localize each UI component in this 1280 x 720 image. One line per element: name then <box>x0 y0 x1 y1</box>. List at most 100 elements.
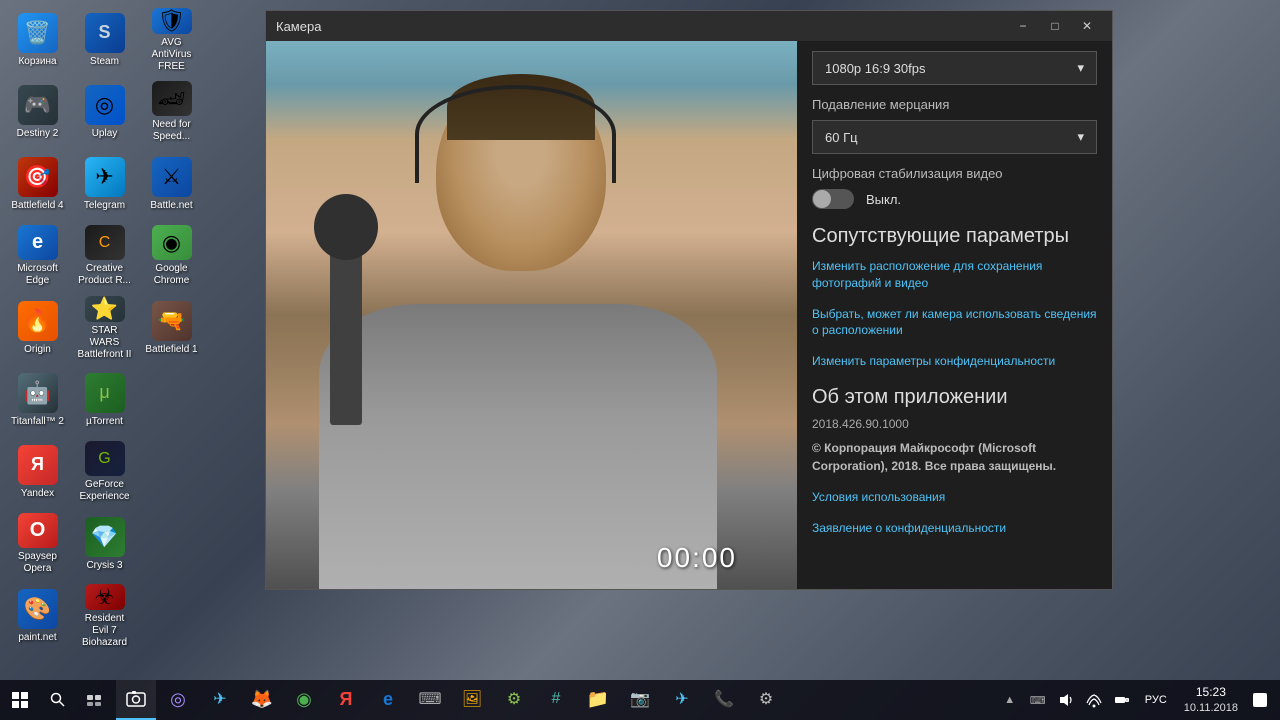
taskbar-telegram2[interactable]: ✈ <box>662 680 702 720</box>
tray-keyboard[interactable]: ⌨ <box>1026 680 1050 720</box>
uplay-label: Uplay <box>92 128 118 140</box>
desktop-icon-bf1[interactable]: 🔫 Battlefield 1 <box>139 293 204 363</box>
taskbar-viber[interactable]: 📞 <box>704 680 744 720</box>
geforce-label: GeForce Experience <box>76 479 133 503</box>
system-clock[interactable]: 15:23 10.11.2018 <box>1178 680 1244 720</box>
yandex-label: Yandex <box>21 488 54 500</box>
origin-icon: 🔥 <box>18 301 58 341</box>
nfs-icon: 🏎 <box>152 81 192 116</box>
clock-time: 15:23 <box>1196 685 1226 701</box>
desktop-icon-telegram[interactable]: ✈ Telegram <box>72 149 137 219</box>
desktop-icon-paint[interactable]: 🎨 paint.net <box>5 581 70 651</box>
desktop-icon-chrome[interactable]: ◉ Google Chrome <box>139 221 204 291</box>
crysis3-label: Crysis 3 <box>86 560 122 572</box>
creative-icon: C <box>85 225 125 260</box>
window-titlebar: Камера − □ ✕ <box>266 11 1112 41</box>
search-icon <box>50 692 66 708</box>
tray-notifications[interactable] <box>1248 680 1272 720</box>
taskbar-settings[interactable]: ⚙ <box>746 680 786 720</box>
desktop-icon-crysis3[interactable]: 💎 Crysis 3 <box>72 509 137 579</box>
taskbar-camera2[interactable]: 📷 <box>620 680 660 720</box>
desktop-icon-basket[interactable]: 🗑️ Корзина <box>5 5 70 75</box>
toggle-knob <box>813 190 831 208</box>
desktop-icon-geforce[interactable]: G GeForce Experience <box>72 437 137 507</box>
start-button[interactable] <box>0 680 40 720</box>
desktop-icon-yandex[interactable]: Я Yandex <box>5 437 70 507</box>
desktop-icon-edge[interactable]: e Microsoft Edge <box>5 221 70 291</box>
desktop-icon-battlefield4[interactable]: 🎯 Battlefield 4 <box>5 149 70 219</box>
taskbar-calculator[interactable]: # <box>536 680 576 720</box>
camera-person-background <box>266 41 797 589</box>
taskbar-telegram-tray[interactable]: ✈ <box>200 680 240 720</box>
taskbar-chrome-tray[interactable]: ◉ <box>284 680 324 720</box>
desktop-icon-origin[interactable]: 🔥 Origin <box>5 293 70 363</box>
swbf2-icon: ⭐ <box>85 296 125 322</box>
terms-link[interactable]: Условия использования <box>812 489 1097 506</box>
desktop-icon-destiny2[interactable]: 🎮 Destiny 2 <box>5 77 70 147</box>
camera-timer: 00:00 <box>657 542 737 574</box>
opera-icon: O <box>18 513 58 548</box>
opera-label: Spaysep Opera <box>9 551 66 575</box>
close-button[interactable]: ✕ <box>1072 16 1102 36</box>
taskbar-yandex-tray[interactable]: Я <box>326 680 366 720</box>
window-controls: − □ ✕ <box>1008 16 1102 36</box>
geforce-icon: G <box>85 441 125 476</box>
camera-window: Камера − □ ✕ <box>265 10 1113 590</box>
taskbar-explorer[interactable]: 📁 <box>578 680 618 720</box>
paint-label: paint.net <box>18 632 56 644</box>
tray-arrow[interactable]: ▲ <box>998 680 1022 720</box>
desktop-icon-opera[interactable]: O Spaysep Opera <box>5 509 70 579</box>
privacy-settings-link[interactable]: Изменить параметры конфиденциальности <box>812 353 1097 370</box>
flicker-chevron: ▾ <box>1077 129 1084 145</box>
tray-network[interactable] <box>1082 680 1106 720</box>
resolution-value: 1080р 16:9 30fps <box>825 61 925 76</box>
stabilization-toggle[interactable] <box>812 189 854 209</box>
taskbar-task-view[interactable] <box>76 680 112 720</box>
desktop-icon-re7[interactable]: ☣ Resident Evil 7 Biohazard <box>72 581 137 651</box>
tray-language[interactable]: РУС <box>1138 680 1174 720</box>
desktop-icon-titanfall2[interactable]: 🤖 Titanfall™ 2 <box>5 365 70 435</box>
taskbar-unknown2[interactable]: ⚙ <box>494 680 534 720</box>
bf1-label: Battlefield 1 <box>145 344 197 356</box>
photo-location-link[interactable]: Изменить расположение для сохранения фот… <box>812 258 1097 292</box>
tray-power[interactable] <box>1110 680 1134 720</box>
titanfall2-icon: 🤖 <box>18 373 58 413</box>
desktop-icon-swbf2[interactable]: ⭐ STAR WARS Battlefront II <box>72 293 137 363</box>
taskbar-firefox[interactable]: 🦊 <box>242 680 282 720</box>
avg-label: AVG AntiVirus FREE <box>143 37 200 73</box>
desktop-icon-avg[interactable]: 🛡 AVG AntiVirus FREE <box>139 5 204 75</box>
taskbar-search[interactable] <box>40 680 76 720</box>
tray-volume[interactable] <box>1054 680 1078 720</box>
desktop-icon-uplay[interactable]: ◎ Uplay <box>72 77 137 147</box>
telegram-label: Telegram <box>84 200 125 212</box>
taskbar-ie[interactable]: e <box>368 680 408 720</box>
flicker-dropdown[interactable]: 60 Гц ▾ <box>812 120 1097 154</box>
taskbar: ◎ ✈ 🦊 ◉ Я e ⌨ 🖼 ⚙ # 📁 📷 ✈ 📞 ⚙ ▲ ⌨ <box>0 680 1280 720</box>
desktop-icon-nfs[interactable]: 🏎 Need for Speed... <box>139 77 204 147</box>
taskbar-camera[interactable] <box>116 680 156 720</box>
avg-icon: 🛡 <box>152 8 192 34</box>
battlenet-icon: ⚔ <box>152 157 192 197</box>
companion-heading: Сопутствующие параметры <box>812 225 1097 248</box>
nfs-label: Need for Speed... <box>143 119 200 143</box>
stabilization-label: Цифровая стабилизация видео <box>812 166 1097 181</box>
utorrent-label: µTorrent <box>86 416 123 428</box>
copyright-text: © Корпорация Майкрософт (Microsoft Corpo… <box>812 439 1097 475</box>
resolution-dropdown[interactable]: 1080р 16:9 30fps ▾ <box>812 51 1097 85</box>
about-heading: Об этом приложении <box>812 386 1097 409</box>
window-title: Камера <box>276 19 321 34</box>
location-permission-link[interactable]: Выбрать, может ли камера использовать св… <box>812 306 1097 340</box>
desktop-icon-steam[interactable]: S Steam <box>72 5 137 75</box>
taskbar-photos[interactable]: 🖼 <box>452 680 492 720</box>
taskbar-unknown1[interactable]: ⌨ <box>410 680 450 720</box>
minimize-button[interactable]: − <box>1008 16 1038 36</box>
uplay-icon: ◎ <box>85 85 125 125</box>
privacy-link[interactable]: Заявление о конфиденциальности <box>812 520 1097 537</box>
steam-label: Steam <box>90 56 119 68</box>
desktop-icon-battlenet[interactable]: ⚔ Battle.net <box>139 149 204 219</box>
taskbar-cortana[interactable]: ◎ <box>158 680 198 720</box>
flicker-label: Подавление мерцания <box>812 97 1097 112</box>
desktop-icon-utorrent[interactable]: μ µTorrent <box>72 365 137 435</box>
restore-button[interactable]: □ <box>1040 16 1070 36</box>
desktop-icon-creative[interactable]: C Creative Product R... <box>72 221 137 291</box>
